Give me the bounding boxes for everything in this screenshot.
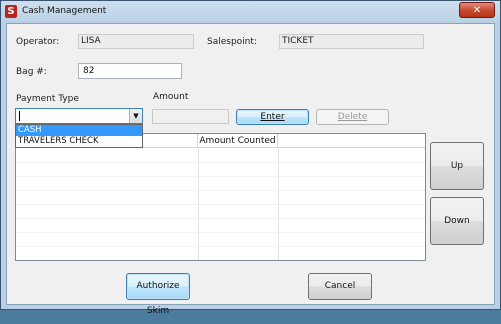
up-button-label: Up [450, 161, 464, 171]
delete-button[interactable]: Delete [316, 109, 389, 125]
up-button[interactable]: Up [430, 142, 484, 190]
operator-label: Operator: [16, 37, 60, 47]
amount-field[interactable] [152, 109, 229, 124]
grid-row-line [16, 176, 425, 177]
grid-row-line [16, 204, 425, 205]
cancel-button-label: Cancel [324, 281, 356, 291]
close-button[interactable]: ✕ [459, 2, 495, 18]
grid-row-line [16, 232, 425, 233]
enter-button-label: Enter [260, 112, 285, 122]
grid-row-line [16, 246, 425, 247]
payment-type-label: Payment Type [16, 94, 79, 104]
authorize-skim-button[interactable]: Authorize Skim [126, 273, 190, 316]
dropdown-option-travelers-check[interactable]: TRAVELERS CHECK [16, 136, 142, 147]
salespoint-label: Salespoint: [207, 37, 257, 47]
app-icon: S [5, 5, 17, 18]
chevron-down-icon[interactable]: ▼ [129, 109, 142, 123]
amount-grid[interactable]: Amount Counted [15, 133, 426, 261]
title-bar[interactable]: S Cash Management ✕ [1, 1, 500, 23]
grid-header-amount-counted: Amount Counted [198, 134, 278, 148]
grid-row-line [16, 218, 425, 219]
grid-row-line [16, 162, 425, 163]
dropdown-option-cash[interactable]: CASH [16, 125, 142, 136]
payment-type-dropdown-list: CASH TRAVELERS CHECK [15, 124, 143, 148]
salespoint-field: TICKET [279, 34, 424, 49]
amount-label: Amount [153, 92, 189, 102]
grid-row-line [16, 190, 425, 191]
enter-button[interactable]: Enter [236, 109, 309, 125]
window-title: Cash Management [22, 6, 107, 16]
grid-header-col3 [278, 134, 425, 148]
operator-field: LISA [78, 34, 194, 49]
down-button[interactable]: Down [430, 197, 484, 245]
close-icon: ✕ [472, 5, 482, 16]
cash-management-window: S Cash Management ✕ Operator: LISA Sales… [0, 0, 501, 316]
authorize-skim-label: Authorize Skim [136, 281, 180, 316]
bag-number-field[interactable]: 82 [78, 63, 182, 79]
delete-button-label: Delete [337, 112, 368, 122]
bag-label: Bag #: [16, 67, 47, 77]
cancel-button[interactable]: Cancel [308, 273, 372, 300]
payment-type-combobox[interactable]: ▼ [15, 108, 143, 124]
down-button-label: Down [444, 216, 470, 226]
text-caret [19, 111, 20, 121]
